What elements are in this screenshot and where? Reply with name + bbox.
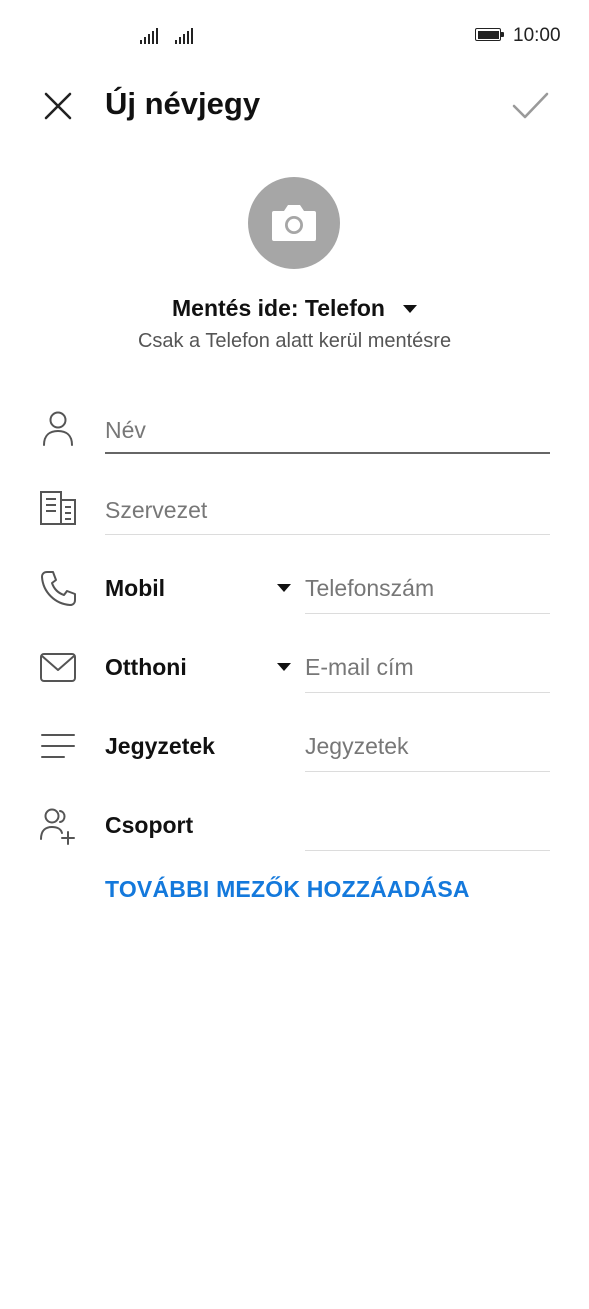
phone-icon <box>38 568 78 608</box>
phone-number-field[interactable]: Telefonszám <box>305 575 434 602</box>
organization-field[interactable]: Szervezet <box>105 497 207 524</box>
name-field[interactable]: Név <box>105 417 146 444</box>
name-field-underline <box>105 452 550 454</box>
phone-type-label: Mobil <box>105 575 166 601</box>
battery-icon <box>475 28 505 42</box>
save-location-selector[interactable]: Mentés ide: Telefon <box>0 295 589 322</box>
email-field[interactable]: E-mail cím <box>305 654 414 681</box>
notes-field-underline <box>305 771 550 772</box>
phone-type-dropdown[interactable] <box>277 584 291 592</box>
close-icon <box>44 92 72 120</box>
email-type-label: Otthoni <box>105 654 187 680</box>
person-icon <box>38 408 78 448</box>
email-type-dropdown[interactable] <box>277 663 291 671</box>
group-icon <box>38 806 78 846</box>
add-more-fields-button[interactable]: TOVÁBBI MEZŐK HOZZÁADÁSA <box>105 876 470 903</box>
add-photo-button[interactable] <box>248 177 340 269</box>
save-location-label: Mentés ide: Telefon <box>172 295 385 321</box>
signal-icon <box>140 28 160 44</box>
status-time: 10:00 <box>513 25 561 46</box>
notes-icon <box>38 727 78 767</box>
save-location-hint: Csak a Telefon alatt kerül mentésre <box>137 330 452 352</box>
group-field[interactable]: Csoport <box>105 812 193 839</box>
check-icon <box>512 92 549 119</box>
status-bar: 10:00 <box>0 0 589 72</box>
notes-label: Jegyzetek <box>105 733 215 759</box>
signal-icon <box>175 28 195 44</box>
notes-field[interactable]: Jegyzetek <box>305 733 409 760</box>
page-title: Új névjegy <box>105 86 261 121</box>
chevron-down-icon <box>403 304 417 313</box>
camera-icon <box>272 205 316 241</box>
close-button[interactable] <box>40 88 76 124</box>
group-field-underline <box>305 850 550 851</box>
save-button[interactable] <box>508 86 552 126</box>
email-icon <box>38 648 78 688</box>
organization-field-underline <box>105 534 550 535</box>
email-field-underline <box>305 692 550 693</box>
organization-icon <box>38 488 78 528</box>
phone-field-underline <box>305 613 550 614</box>
